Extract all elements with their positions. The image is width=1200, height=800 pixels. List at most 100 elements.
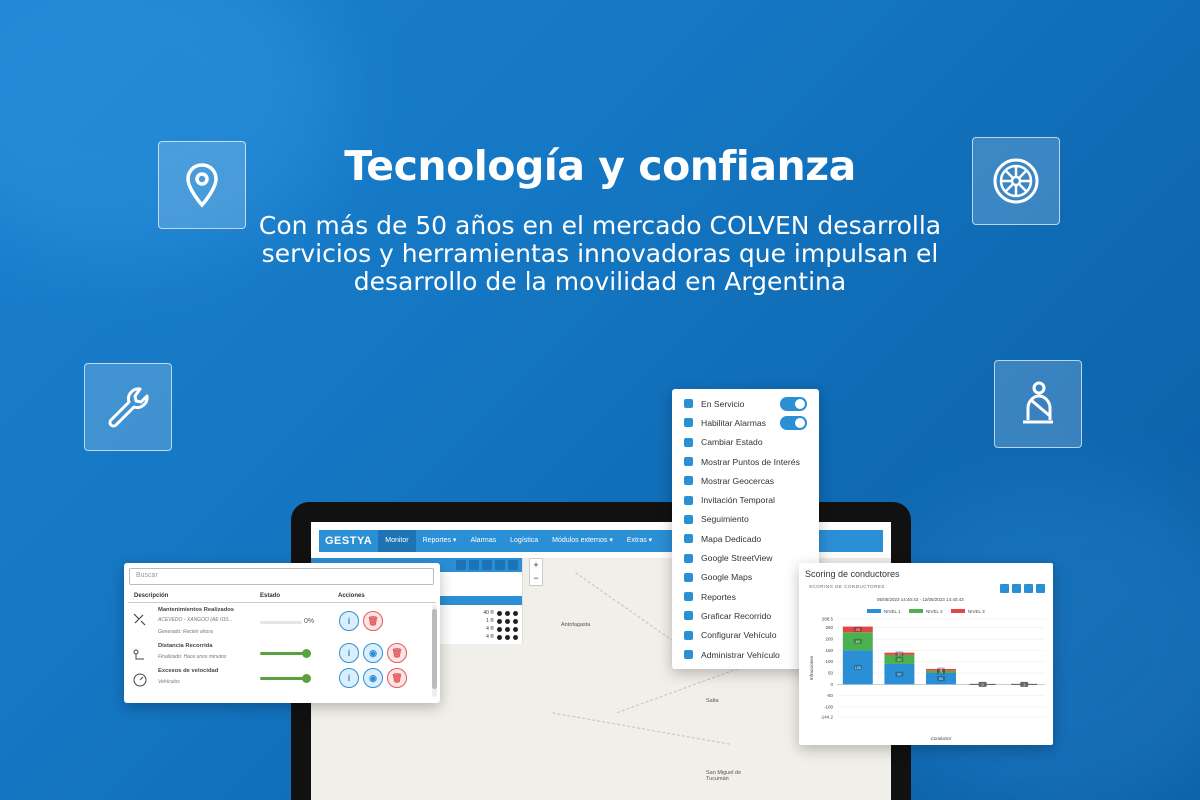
info-button[interactable]: i — [339, 643, 359, 663]
car-icon — [684, 399, 693, 409]
menu-item-cambiar-estado[interactable]: Cambiar Estado — [672, 433, 819, 452]
scoring-card: Scoring de conductores SCORING DE CONDUC… — [799, 563, 1053, 745]
location-pin-icon — [186, 163, 218, 208]
menu-item-reportes[interactable]: Reportes — [672, 587, 819, 606]
tools-icon — [133, 613, 146, 626]
menu-item-label: Habilitar Alarmas — [701, 417, 766, 428]
download-icon[interactable] — [1024, 584, 1033, 593]
legend-swatch — [951, 609, 965, 613]
bar-value-label: 0 — [982, 683, 984, 687]
car-icon[interactable] — [456, 560, 466, 570]
wrench-icon — [108, 387, 149, 428]
menu-item-label: Google Maps — [701, 572, 753, 583]
menu-item-administrar-vehículo[interactable]: Administrar Vehículo — [672, 645, 819, 664]
y-tick-label: 150 — [825, 648, 833, 653]
fullscreen-icon[interactable] — [1036, 584, 1045, 593]
toggle-switch[interactable] — [780, 396, 807, 411]
x-axis-label: Conductor — [931, 736, 952, 741]
location-tile — [158, 141, 246, 229]
menu-item-invitación-temporal[interactable]: Invitación Temporal — [672, 490, 819, 509]
seatbelt-tile — [994, 360, 1082, 448]
menu-item-en-servicio[interactable]: En Servicio — [672, 394, 819, 413]
wrench-tile — [84, 363, 172, 451]
nav-logistica[interactable]: Logística — [503, 530, 545, 552]
info-button[interactable]: i — [339, 668, 359, 688]
scoring-title: Scoring de conductores — [805, 569, 900, 579]
tire-icon — [993, 158, 1039, 204]
state-icon — [684, 437, 693, 447]
menu-item-label: En Servicio — [701, 398, 745, 409]
bar-value-label: 1 — [1023, 683, 1025, 687]
info-button[interactable]: i — [339, 611, 359, 631]
legend-label: NIVEL 1 — [884, 609, 901, 614]
nav-reportes[interactable]: Reportes ▾ — [416, 530, 464, 552]
menu-item-seguimiento[interactable]: Seguimiento — [672, 510, 819, 529]
view-button[interactable]: ◉ — [363, 643, 383, 663]
menu-item-mapa-dedicado[interactable]: Mapa Dedicado — [672, 529, 819, 548]
table-row: Mantenimientos Realizados ACEVEDO - XANG… — [130, 607, 426, 635]
progress-bar — [260, 652, 306, 655]
pin-icon — [684, 457, 693, 467]
vehicle-row[interactable]: 4 ® — [486, 626, 518, 632]
nav-extras[interactable]: Extras ▾ — [620, 530, 659, 552]
vehicle-row[interactable]: 4 ® — [486, 634, 518, 640]
vehicle-row[interactable]: 1 ® — [486, 618, 518, 624]
nav-alarmas[interactable]: Alarmas — [463, 530, 503, 552]
vehicle-row[interactable]: 40 ® — [483, 610, 518, 616]
scoring-date-range: 05/05/2023 14:40:43 - 12/05/2023 14:40:4… — [877, 597, 964, 602]
table-row: Excesos de velocidad Vehículos i ◉ 🗑 — [130, 668, 426, 694]
menu-item-mostrar-geocercas[interactable]: Mostrar Geocercas — [672, 471, 819, 490]
toggle-switch[interactable] — [780, 415, 807, 430]
column-estado: Estado — [260, 593, 281, 599]
alarm-icon — [684, 418, 693, 428]
export-icon[interactable] — [1012, 584, 1021, 593]
delete-button[interactable]: 🗑 — [363, 611, 383, 631]
search-input[interactable]: Buscar — [129, 568, 434, 585]
bar-value-label: 50 — [939, 677, 943, 681]
scoring-actions — [1000, 584, 1045, 593]
bar-value-label: 8 — [940, 668, 942, 672]
document-icon — [684, 611, 693, 621]
hero-subtitle: Con más de 50 años en el mercado COLVEN … — [258, 211, 942, 296]
tire-tile — [972, 137, 1060, 225]
column-acciones: Acciones — [338, 593, 365, 599]
nav-monitor[interactable]: Monitor — [378, 530, 416, 552]
truck-icon[interactable] — [495, 560, 505, 570]
menu-item-mostrar-puntos-de-interés[interactable]: Mostrar Puntos de Interés — [672, 452, 819, 471]
menu-item-graficar-recorrido[interactable]: Graficar Recorrido — [672, 606, 819, 625]
y-tick-label: 200 — [825, 637, 833, 642]
y-tick-label: 50 — [828, 671, 834, 676]
menu-item-label: Administrar Vehículo — [701, 649, 780, 660]
menu-item-habilitar-alarmas[interactable]: Habilitar Alarmas — [672, 413, 819, 432]
menu-item-configurar-vehículo[interactable]: Configurar Vehículo — [672, 626, 819, 645]
y-tick-label: 100 — [825, 659, 833, 664]
delete-button[interactable]: 🗑 — [387, 643, 407, 663]
map-label-tucuman: San Miguel de Tucumán — [706, 770, 742, 782]
star-icon[interactable] — [482, 560, 492, 570]
vehicle-context-menu: En Servicio Habilitar Alarmas Cambiar Esta… — [672, 389, 819, 669]
y-tick-label: -144.2 — [820, 715, 833, 720]
progress-knob — [302, 674, 311, 683]
legend-swatch — [909, 609, 923, 613]
menu-item-google-streetview[interactable]: Google StreetView — [672, 548, 819, 567]
menu-item-label: Cambiar Estado — [701, 437, 763, 448]
speedometer-icon — [133, 673, 147, 687]
bar-value-label: 25 — [856, 628, 860, 632]
zoom-control[interactable]: + − — [529, 558, 543, 586]
delete-button[interactable]: 🗑 — [387, 668, 407, 688]
print-icon[interactable] — [1000, 584, 1009, 593]
geofence-icon — [684, 476, 693, 486]
menu-item-google-maps[interactable]: Google Maps — [672, 568, 819, 587]
gear-icon — [684, 592, 693, 602]
table-row: Distancia Recorrida Finalizado: Hace uno… — [130, 643, 426, 669]
menu-item-label: Mostrar Geocercas — [701, 475, 775, 486]
gear-icon — [684, 630, 693, 640]
nav-modulos-externos[interactable]: Módulos externos ▾ — [545, 530, 620, 552]
share-icon — [684, 553, 693, 563]
pin-icon[interactable] — [469, 560, 479, 570]
menu-item-label: Mapa Dedicado — [701, 533, 762, 544]
view-button[interactable]: ◉ — [363, 668, 383, 688]
scrollbar[interactable] — [432, 605, 437, 697]
list-icon[interactable] — [508, 560, 518, 570]
legend-label: NIVEL 2 — [926, 609, 943, 614]
